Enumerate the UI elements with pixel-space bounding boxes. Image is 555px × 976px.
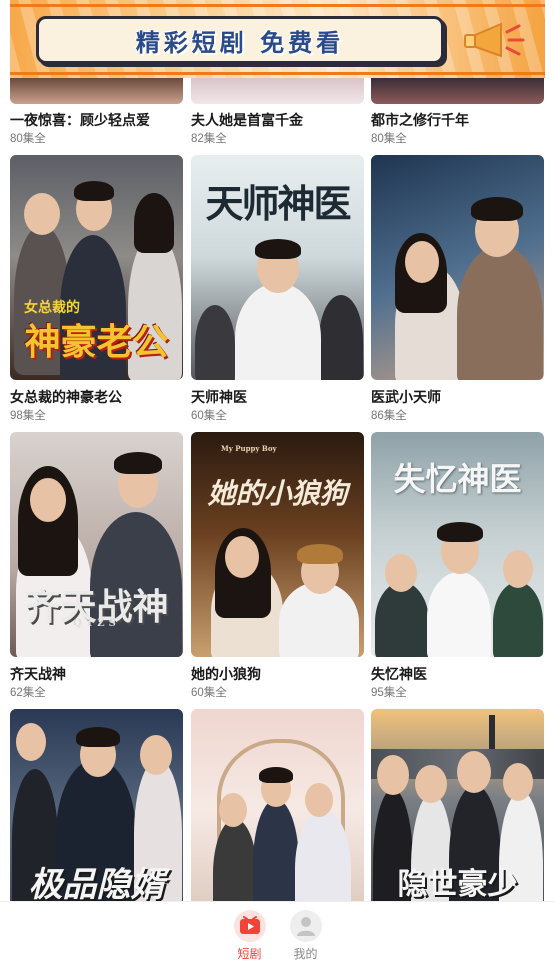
episode-count: 80集全 [10,133,46,145]
drama-poster [191,78,364,104]
episode-count: 95集全 [371,687,407,699]
drama-card[interactable]: 女总裁的 神豪老公 女总裁的神豪老公 98集全 [10,155,183,422]
banner-ticket: 精彩短剧 免费看 [36,16,444,64]
nav-tab-mine[interactable]: 我的 [289,902,323,976]
drama-card[interactable]: 都市之修行千年 80集全 [371,78,544,145]
poster-subtitle: My Puppy Boy [221,444,277,453]
bottom-navigation: 短剧 我的 [0,901,555,976]
play-video-icon [233,910,266,942]
drama-title: 医武小天师 [371,389,441,405]
nav-label: 短剧 [237,947,262,961]
poster-title: 隐世豪少 [397,867,518,902]
drama-poster: 女总裁的 神豪老公 [10,155,183,380]
user-profile-icon [289,910,322,942]
drama-card[interactable]: 医武小天师 86集全 [371,155,544,422]
episode-count: 60集全 [191,687,227,699]
drama-title: 天师神医 [191,389,247,405]
drama-poster [371,155,544,380]
drama-poster [10,78,183,104]
drama-poster: 齐天战神 QTZS [10,432,183,657]
drama-poster [371,78,544,104]
drama-poster: 天师神医 [191,155,364,380]
drama-card[interactable]: 夫人她是首富千金 82集全 [191,78,364,145]
promo-banner[interactable]: 精彩短剧 免费看 [10,0,545,78]
drama-card[interactable]: 齐天战神 QTZS 齐天战神 62集全 [10,432,183,699]
drama-title: 夫人她是首富千金 [191,112,303,128]
poster-title: 失忆神医 [393,460,522,498]
episode-count: 62集全 [10,687,46,699]
drama-poster: 失忆神医 [371,432,544,657]
drama-title: 一夜惊喜：顾少轻点爱 [10,112,150,128]
episode-count: 86集全 [371,410,407,422]
drama-card[interactable]: 一夜惊喜：顾少轻点爱 80集全 [10,78,183,145]
nav-tab-drama[interactable]: 短剧 [233,902,267,976]
episode-count: 80集全 [371,133,407,145]
poster-subtitle: QTZS [73,618,120,629]
poster-title: 极品隐婿 [28,865,165,905]
poster-title: 天师神医 [205,181,351,226]
drama-title: 失忆神医 [371,666,427,682]
drama-title: 齐天战神 [10,666,66,682]
episode-count: 60集全 [191,410,227,422]
banner-title: 精彩短剧 免费看 [135,28,345,57]
drama-poster: My Puppy Boy 她的小狼狗 [191,432,364,657]
episode-count: 98集全 [10,410,46,422]
drama-card[interactable]: 失忆神医 失忆神医 95集全 [371,432,544,699]
megaphone-icon [464,22,525,58]
poster-title: 她的小狼狗 [207,477,348,510]
nav-label: 我的 [293,947,318,961]
episode-count: 82集全 [191,133,227,145]
drama-title: 都市之修行千年 [371,112,469,128]
drama-card[interactable]: 天师神医 天师神医 60集全 [191,155,364,422]
drama-card[interactable]: My Puppy Boy 她的小狼狗 她的小狼狗 60集全 [191,432,364,699]
drama-title: 女总裁的神豪老公 [10,389,122,405]
poster-title: 神豪老公 [24,321,169,363]
drama-title: 她的小狼狗 [191,666,261,682]
